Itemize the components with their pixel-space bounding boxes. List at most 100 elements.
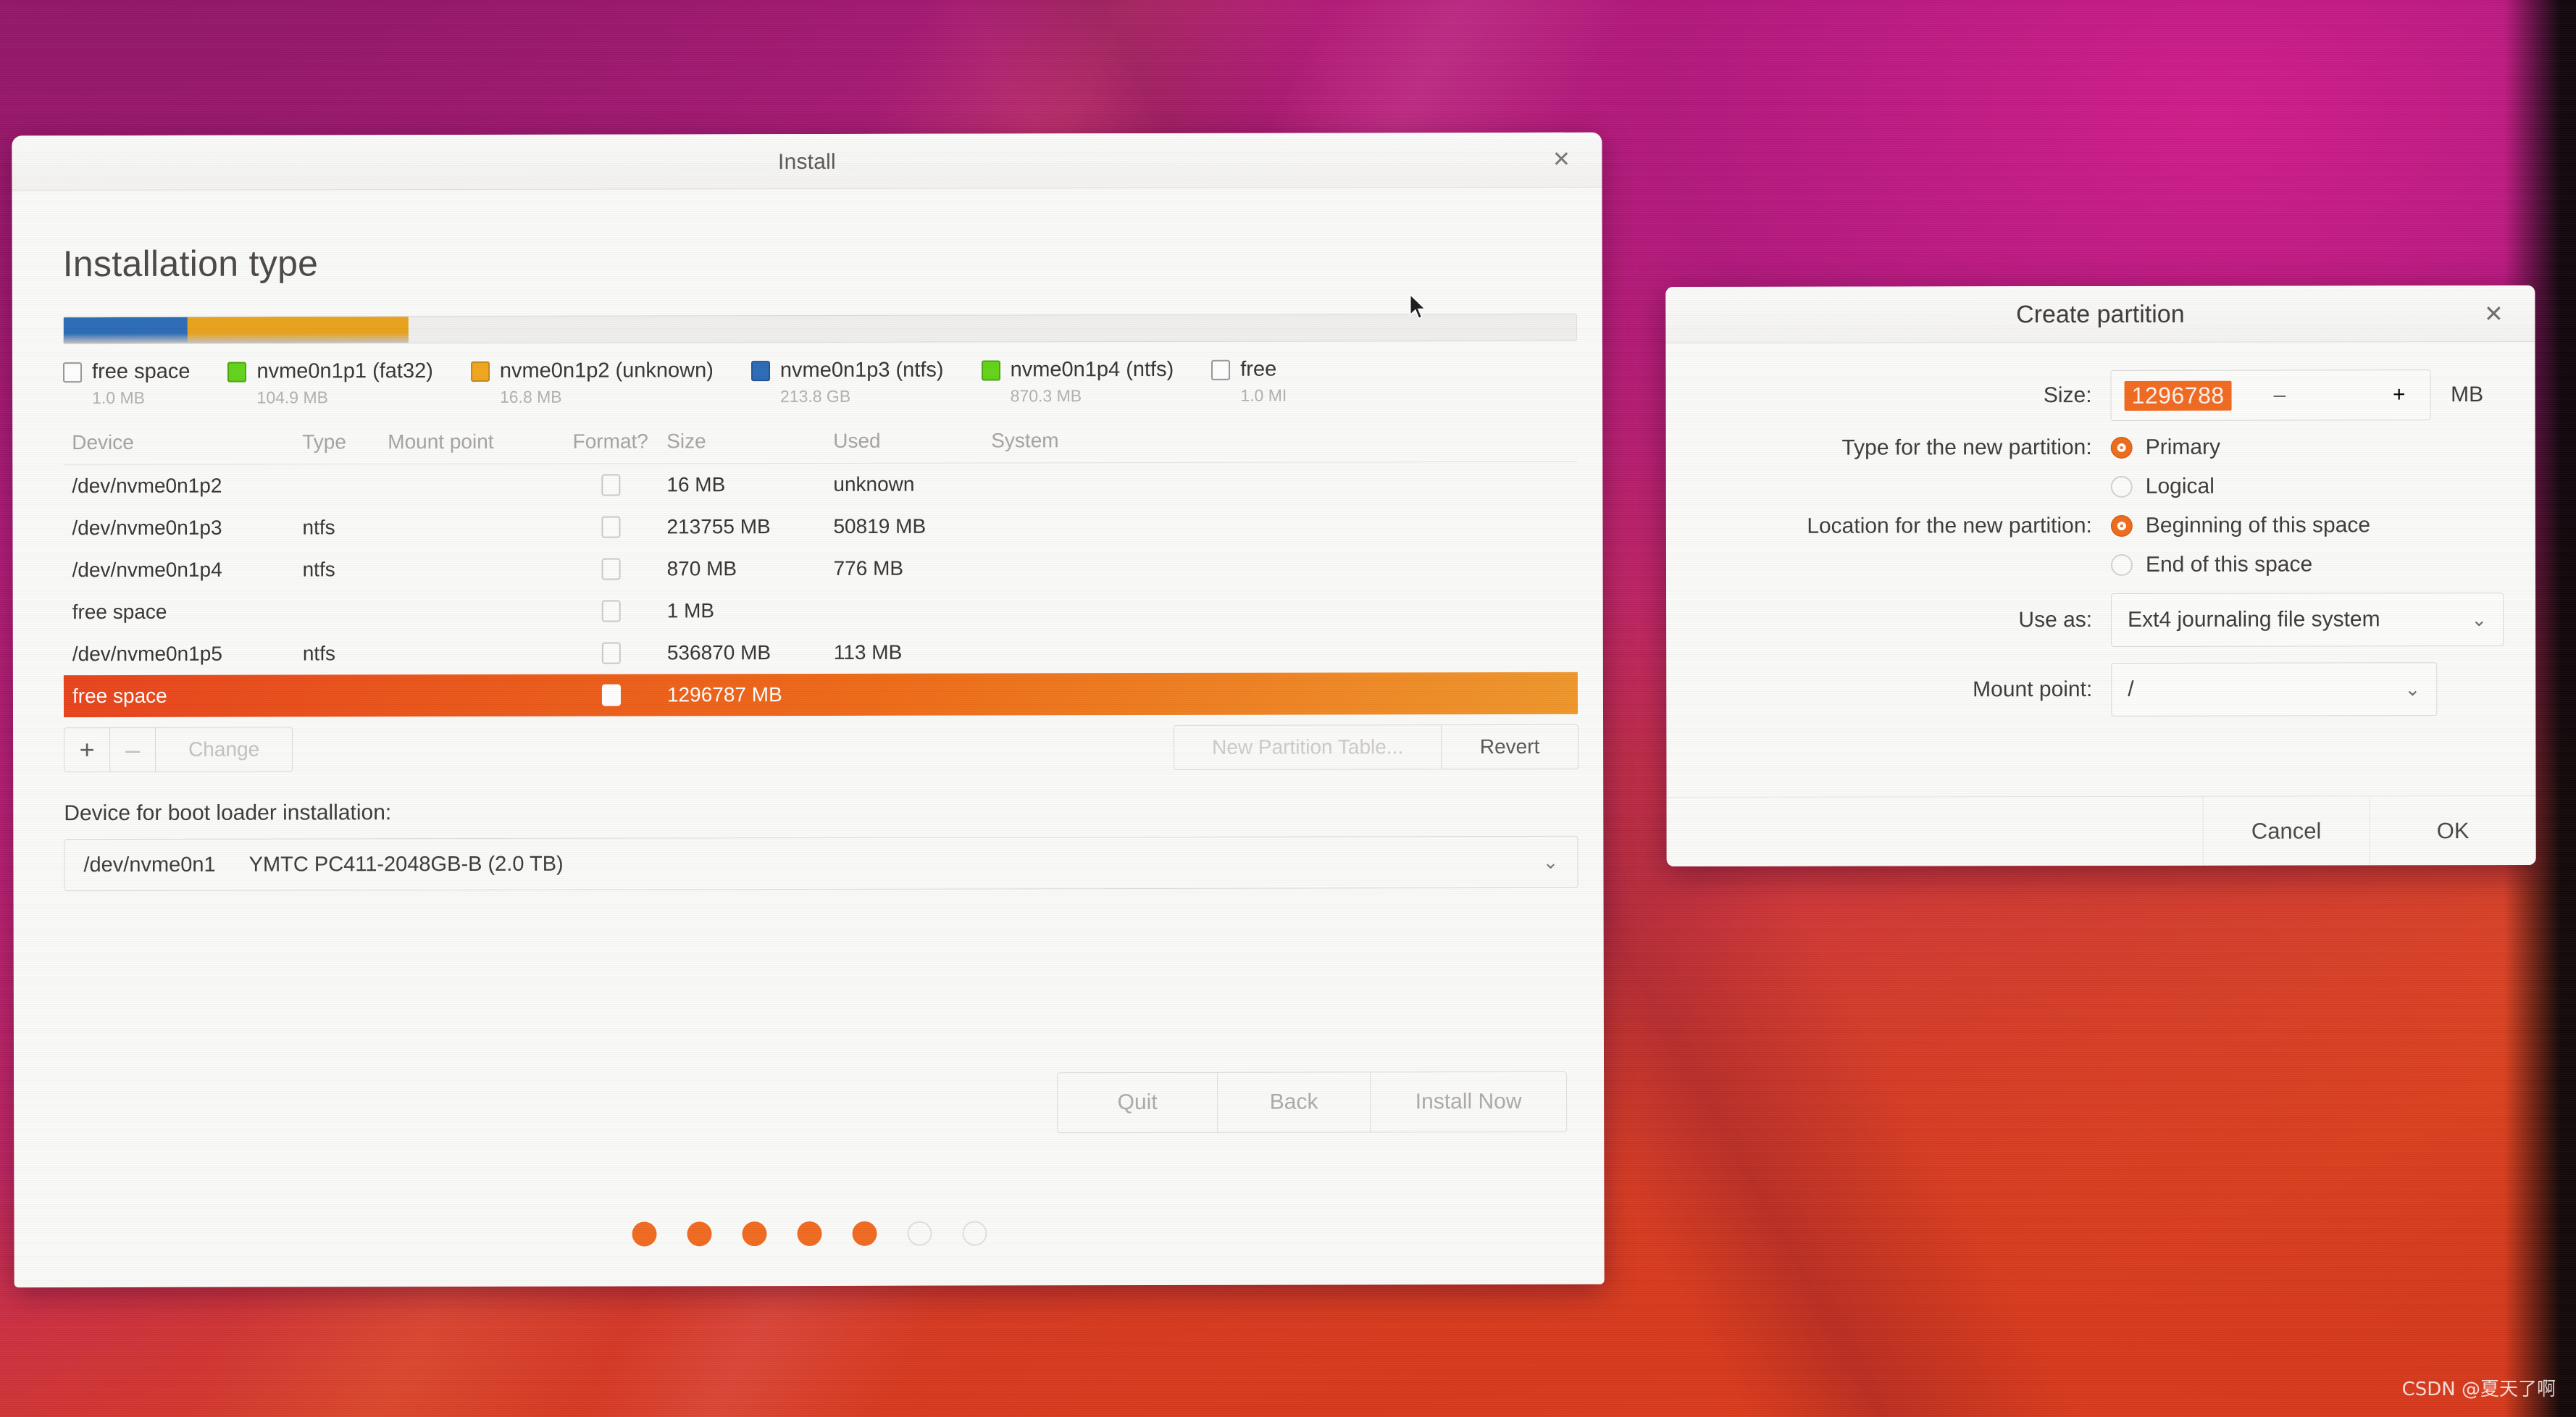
cell-format: [555, 642, 667, 664]
legend-color-swatch: [227, 361, 247, 383]
back-button[interactable]: Back: [1217, 1071, 1371, 1133]
partition-table[interactable]: Device Type Mount point Format? Size Used Syst…: [63, 423, 1578, 718]
partition-toolbar-right: New Partition Table... Revert: [1174, 724, 1579, 770]
chevron-down-icon: ⌄: [1542, 850, 1559, 873]
partition-toolbar: + – Change New Partition Table... Revert: [64, 724, 1579, 773]
type-radio-primary-label: Primary: [2145, 435, 2221, 459]
legend-item: nvme0n1p3 (ntfs) 213.8 GB: [750, 359, 944, 407]
install-now-button[interactable]: Install Now: [1370, 1071, 1568, 1133]
quit-button[interactable]: Quit: [1057, 1071, 1218, 1134]
cell-size: 1 MB: [666, 599, 715, 622]
cell-device: /dev/nvme0n1p5: [72, 642, 222, 666]
cell-format: [555, 558, 667, 580]
table-row[interactable]: /dev/nvme0n1p3 ntfs 213755 MB 50819 MB: [63, 504, 1577, 549]
mount-point-select[interactable]: / ⌄: [2111, 662, 2438, 716]
legend-item-label: nvme0n1p1 (fat32): [256, 359, 433, 383]
table-row[interactable]: free space 1 MB: [64, 588, 1578, 633]
cell-used: 776 MB: [833, 556, 904, 580]
location-row-end: End of this space: [1698, 552, 2504, 578]
size-minus-button[interactable]: –: [2274, 383, 2286, 408]
navigation-buttons: Quit Back Install Now: [1057, 1071, 1568, 1134]
column-header[interactable]: Type: [302, 430, 388, 453]
partition-bar-segment: [63, 317, 188, 344]
create-partition-title: Create partition: [2016, 300, 2185, 329]
add-partition-button[interactable]: +: [64, 727, 111, 773]
legend-color-swatch: [62, 361, 83, 383]
size-stepper[interactable]: 1296788 – +: [2110, 369, 2431, 421]
table-row[interactable]: /dev/nvme0n1p4 ntfs 870 MB 776 MB: [64, 546, 1578, 591]
location-radio-end[interactable]: End of this space: [2110, 552, 2313, 577]
format-checkbox[interactable]: [601, 558, 621, 580]
legend-item-size: 870.3 MB: [1010, 386, 1082, 406]
table-row[interactable]: /dev/nvme0n1p5 ntfs 536870 MB 113 MB: [64, 630, 1578, 675]
type-radio-logical[interactable]: Logical: [2110, 475, 2215, 499]
column-header[interactable]: Device: [63, 430, 302, 454]
cell-system: [991, 525, 1577, 527]
cell-size: 536870 MB: [666, 641, 771, 664]
type-radio-primary[interactable]: Primary: [2110, 435, 2221, 460]
type-field-primary: Primary: [2110, 435, 2504, 460]
type-row-logical: Logical: [1698, 474, 2504, 500]
legend-item: free space 1.0 MB: [62, 360, 191, 408]
ok-button[interactable]: OK: [2369, 795, 2536, 866]
bootloader-label: Device for boot loader installation:: [64, 801, 392, 826]
location-radio-beginning[interactable]: Beginning of this space: [2110, 513, 2370, 538]
column-header[interactable]: Used: [833, 429, 991, 452]
radio-on-icon: [2110, 514, 2133, 537]
column-header[interactable]: Format?: [554, 430, 666, 453]
cell-system: [992, 567, 1578, 569]
create-partition-dialog: Create partition ✕ Size: 1296788 – + MB …: [1665, 285, 2536, 867]
partition-table-body[interactable]: /dev/nvme0n1p2 16 MB unknown/dev/nvme0n1p3…: [63, 462, 1578, 718]
mount-point-label: Mount point:: [1973, 677, 2093, 702]
cell-size: 16 MB: [666, 473, 726, 496]
legend-item-size: 16.8 MB: [499, 387, 562, 406]
location-field-beginning: Beginning of this space: [2110, 513, 2504, 538]
mount-point-field: / ⌄: [2111, 662, 2504, 716]
step-dot: [796, 1221, 822, 1247]
size-input[interactable]: 1296788: [2124, 380, 2232, 411]
column-header[interactable]: Mount point: [388, 430, 554, 453]
column-header[interactable]: Size: [666, 430, 833, 453]
location-field-end: End of this space: [2110, 552, 2504, 577]
cell-device: /dev/nvme0n1p4: [72, 558, 222, 582]
format-checkbox[interactable]: [601, 684, 621, 706]
format-checkbox[interactable]: [601, 474, 620, 496]
use-as-select[interactable]: Ext4 journaling file system ⌄: [2111, 593, 2504, 647]
remove-partition-button: –: [109, 727, 156, 773]
close-icon[interactable]: ✕: [1545, 144, 1577, 176]
legend-item-size: 1.0 MI: [1240, 385, 1287, 405]
revert-button[interactable]: Revert: [1441, 724, 1579, 770]
create-partition-footer: Cancel OK: [1666, 795, 2536, 867]
format-checkbox[interactable]: [601, 642, 621, 664]
size-plus-button[interactable]: +: [2393, 383, 2406, 407]
step-dot: [741, 1221, 767, 1247]
cell-system: [992, 693, 1578, 695]
step-dot: [686, 1221, 712, 1247]
cell-used: unknown: [833, 472, 915, 496]
legend-item-size: 1.0 MB: [92, 388, 145, 408]
location-radio-end-label: End of this space: [2145, 552, 2313, 577]
bootloader-description: YMTC PC411-2048GB-B (2.0 TB): [248, 852, 564, 877]
cell-device: free space: [72, 684, 167, 708]
table-row[interactable]: /dev/nvme0n1p2 16 MB unknown: [63, 462, 1577, 507]
mount-point-row: Mount point: / ⌄: [1698, 662, 2504, 717]
legend-item: nvme0n1p1 (fat32) 104.9 MB: [227, 359, 433, 408]
page-title: Installation type: [62, 243, 319, 285]
bootloader-select[interactable]: /dev/nvme0n1 YMTC PC411-2048GB-B (2.0 TB…: [64, 835, 1578, 892]
close-icon[interactable]: ✕: [2477, 297, 2510, 330]
type-label: Type for the new partition:: [1841, 435, 2092, 460]
partition-bar-segment: [188, 317, 409, 343]
format-checkbox[interactable]: [601, 600, 621, 622]
location-label-spacer: [1698, 565, 2111, 566]
table-row[interactable]: free space 1296787 MB: [63, 672, 1578, 718]
legend-item-label: nvme0n1p4 (ntfs): [1010, 357, 1174, 382]
format-checkbox[interactable]: [601, 516, 621, 538]
legend-item-top: nvme0n1p3 (ntfs): [750, 359, 944, 383]
legend-item: nvme0n1p4 (ntfs) 870.3 MB: [981, 357, 1174, 406]
column-header[interactable]: System: [991, 428, 1577, 453]
type-field-logical: Logical: [2110, 474, 2504, 499]
size-field: 1296788 – + MB: [2110, 369, 2504, 421]
radio-off-icon: [2110, 475, 2133, 498]
cell-device: /dev/nvme0n1p3: [72, 516, 222, 540]
cancel-button[interactable]: Cancel: [2202, 796, 2370, 866]
